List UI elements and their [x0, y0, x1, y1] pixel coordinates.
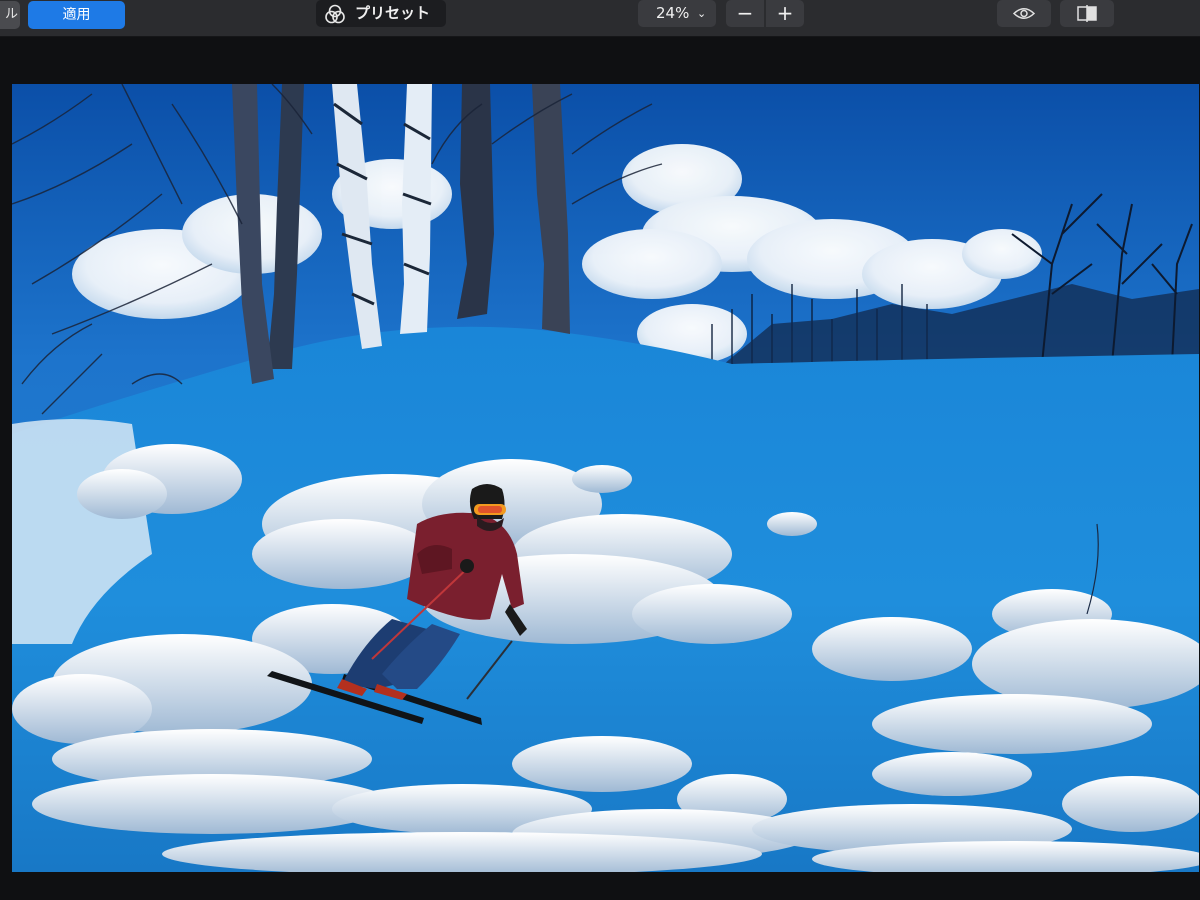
split-compare-icon [1077, 5, 1097, 22]
color-filters-icon [325, 4, 345, 24]
zoom-out-button[interactable]: − [726, 0, 764, 27]
eye-icon [1013, 8, 1035, 19]
compare-button[interactable] [1060, 0, 1114, 27]
zoom-in-symbol: + [776, 1, 794, 25]
zoom-value: 24% [656, 4, 690, 22]
zoom-in-button[interactable]: + [766, 0, 804, 27]
apply-button[interactable]: 適用 [28, 1, 125, 29]
zoom-out-symbol: − [736, 1, 754, 25]
presets-button[interactable]: プリセット [316, 0, 446, 27]
zoom-level-dropdown[interactable]: 24% ⌄ [638, 0, 716, 27]
chevron-down-icon: ⌄ [697, 7, 707, 20]
cancel-button[interactable]: ル [0, 1, 20, 29]
cancel-label: ル [4, 7, 18, 22]
photo-image [12, 84, 1199, 872]
apply-label: 適用 [62, 7, 91, 23]
preview-toggle-button[interactable] [997, 0, 1051, 27]
edited-photo[interactable] [12, 84, 1199, 872]
edit-toolbar: ル 適用 プリセット 24% ⌄ − + [0, 0, 1200, 37]
presets-label: プリセット [355, 4, 431, 22]
